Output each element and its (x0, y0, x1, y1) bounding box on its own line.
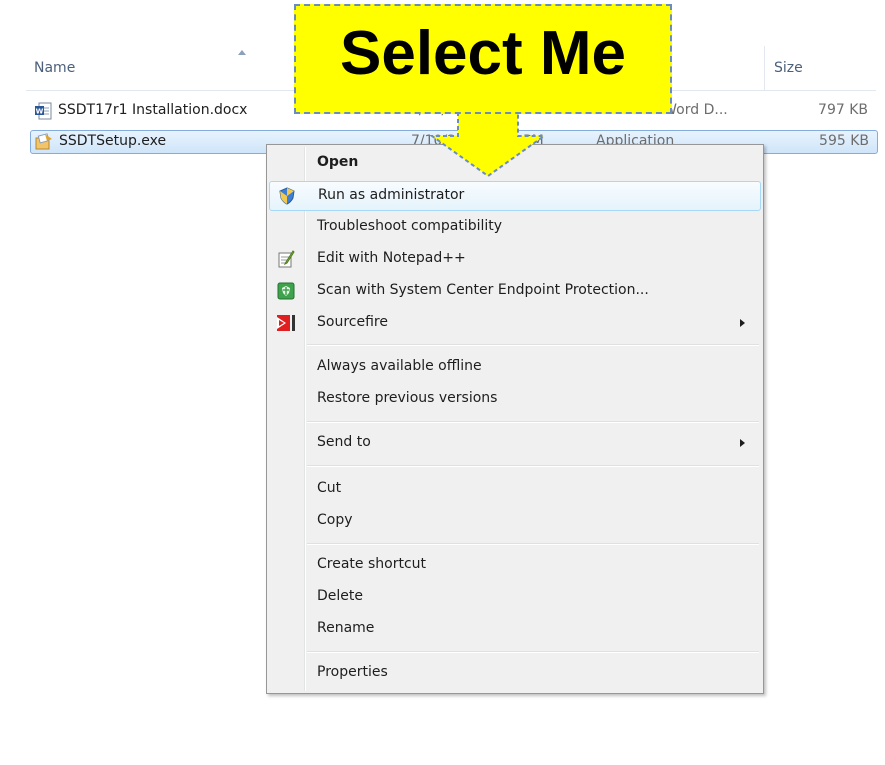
file-explorer-window: Name Size W SSDT17r1 Installation.docx 7… (0, 0, 885, 765)
menu-item-label: Troubleshoot compatibility (317, 218, 503, 234)
menu-item-label: Send to (317, 434, 371, 450)
submenu-arrow-icon (740, 439, 745, 447)
menu-item-label: Cut (317, 480, 342, 496)
menu-item-troubleshoot-compatibility[interactable]: Troubleshoot compatibility (269, 213, 759, 241)
menu-item-label: Properties (317, 664, 388, 680)
endpoint-protection-icon (277, 282, 295, 300)
callout-text: Select Me (339, 19, 627, 88)
menu-item-restore-previous-versions[interactable]: Restore previous versions (269, 385, 759, 413)
menu-item-delete[interactable]: Delete (269, 583, 759, 611)
menu-separator (307, 465, 759, 467)
menu-item-label: Delete (317, 588, 363, 604)
menu-item-sourcefire[interactable]: Sourcefire (269, 309, 759, 337)
menu-separator (307, 344, 759, 346)
menu-item-scan-endpoint-protection[interactable]: Scan with System Center Endpoint Protect… (269, 277, 759, 305)
menu-item-label: Rename (317, 620, 375, 636)
sourcefire-icon (277, 315, 295, 331)
submenu-arrow-icon (740, 319, 745, 327)
menu-item-label: Copy (317, 512, 353, 528)
menu-item-always-available-offline[interactable]: Always available offline (269, 353, 759, 381)
menu-item-create-shortcut[interactable]: Create shortcut (269, 551, 759, 579)
menu-item-copy[interactable]: Copy (269, 507, 759, 535)
menu-separator (307, 421, 759, 423)
context-menu: Open Run as administrator Troubleshoot c… (266, 144, 764, 694)
menu-item-label: Restore previous versions (317, 390, 498, 406)
menu-item-label: Edit with Notepad++ (317, 250, 466, 266)
menu-item-label: Create shortcut (317, 556, 427, 572)
menu-item-rename[interactable]: Rename (269, 615, 759, 643)
menu-item-properties[interactable]: Properties (269, 659, 759, 687)
menu-item-cut[interactable]: Cut (269, 475, 759, 503)
menu-item-label: Sourcefire (317, 314, 388, 330)
menu-item-label: Always available offline (317, 358, 482, 374)
select-me-callout: Select Me (294, 4, 672, 114)
menu-item-label: Scan with System Center Endpoint Protect… (317, 282, 649, 298)
menu-item-send-to[interactable]: Send to (269, 429, 759, 457)
menu-separator (307, 543, 759, 545)
menu-separator (307, 651, 759, 653)
notepad-plus-plus-icon (278, 250, 295, 268)
menu-item-edit-with-notepad[interactable]: Edit with Notepad++ (269, 245, 759, 273)
